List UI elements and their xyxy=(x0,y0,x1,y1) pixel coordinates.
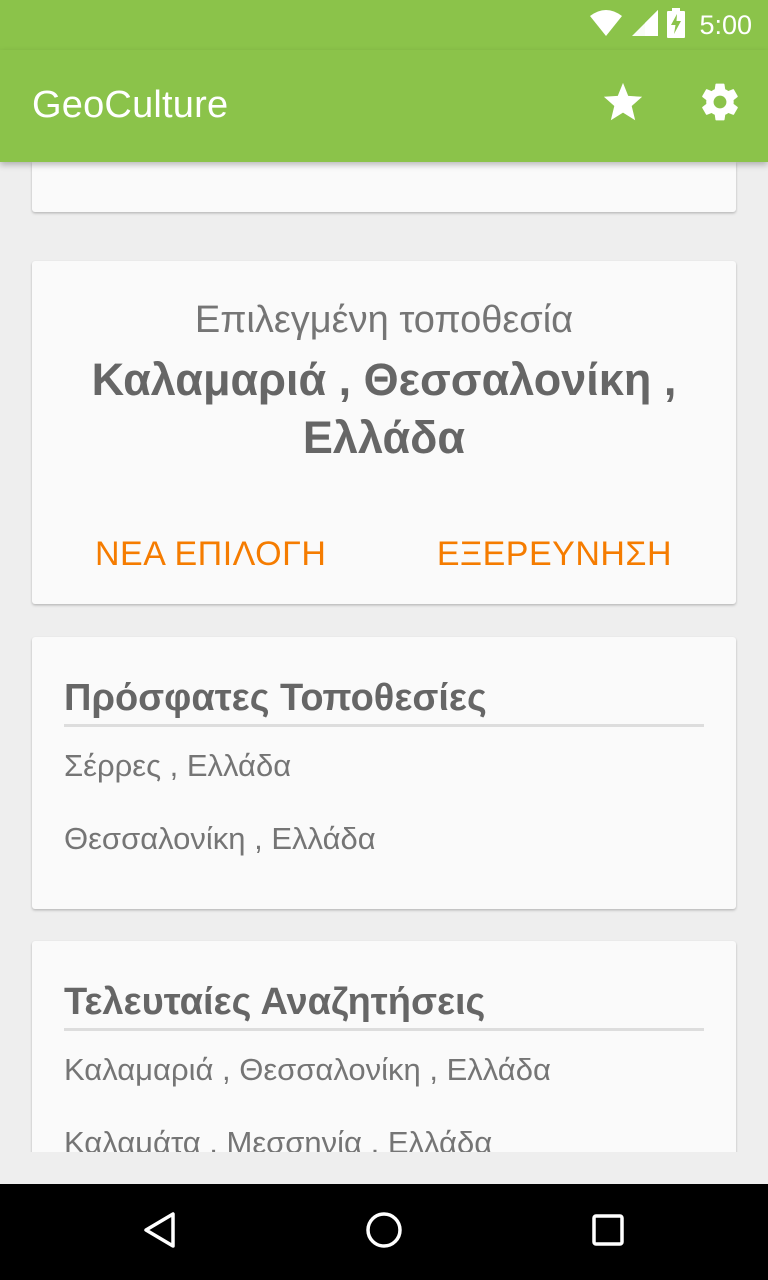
selected-location-label: Επιλεγμένη τοποθεσία xyxy=(194,299,574,341)
recent-locations-card: Πρόσφατες Τοποθεσίες Σέρρες , Ελλάδα Θεσ… xyxy=(32,637,736,909)
last-searches-title: Τελευταίες Αναζητήσεις xyxy=(64,981,704,1031)
status-icons: 5:00 xyxy=(589,0,752,50)
app-title: GeoCulture xyxy=(32,84,229,126)
partial-card xyxy=(32,162,736,212)
status-time: 5:00 xyxy=(699,9,752,40)
selected-location-name: Καλαμαριά , Θεσσαλονίκη , Ελλάδα xyxy=(91,354,677,463)
home-icon xyxy=(364,1210,404,1254)
list-item[interactable]: Σέρρες , Ελλάδα xyxy=(64,748,291,784)
signal-icon xyxy=(631,9,659,41)
star-icon xyxy=(602,82,644,126)
settings-gear-icon xyxy=(698,80,742,128)
list-item[interactable]: Καλαμάτα , Μεσσηνία , Ελλάδα xyxy=(64,1125,492,1152)
battery-charging-icon xyxy=(667,8,686,42)
wifi-icon xyxy=(589,8,623,42)
explore-button[interactable]: ΕΞΕΡΕΥΝΗΣΗ xyxy=(437,535,672,574)
back-button[interactable] xyxy=(134,1206,186,1258)
new-selection-button[interactable]: ΝΕΑ ΕΠΙΛΟΓΗ xyxy=(95,535,326,574)
settings-button[interactable] xyxy=(696,80,744,128)
content-scroll-area[interactable]: Επιλεγμένη τοποθεσία Καλαμαριά , Θεσσαλο… xyxy=(0,162,768,1152)
selected-location-card: Επιλεγμένη τοποθεσία Καλαμαριά , Θεσσαλο… xyxy=(32,261,736,604)
navigation-bar xyxy=(0,1184,768,1280)
favorites-button[interactable] xyxy=(599,80,647,128)
last-searches-card: Τελευταίες Αναζητήσεις Καλαμαριά , Θεσσα… xyxy=(32,941,736,1152)
list-item[interactable]: Θεσσαλονίκη , Ελλάδα xyxy=(64,821,376,857)
recents-button[interactable] xyxy=(582,1206,634,1258)
status-bar: 5:00 xyxy=(0,0,768,50)
recent-locations-title: Πρόσφατες Τοποθεσίες xyxy=(64,677,704,727)
home-button[interactable] xyxy=(358,1206,410,1258)
recents-icon xyxy=(588,1210,628,1254)
app-bar: GeoCulture xyxy=(0,50,768,162)
back-icon xyxy=(140,1210,180,1254)
list-item[interactable]: Καλαμαριά , Θεσσαλονίκη , Ελλάδα xyxy=(64,1052,551,1088)
